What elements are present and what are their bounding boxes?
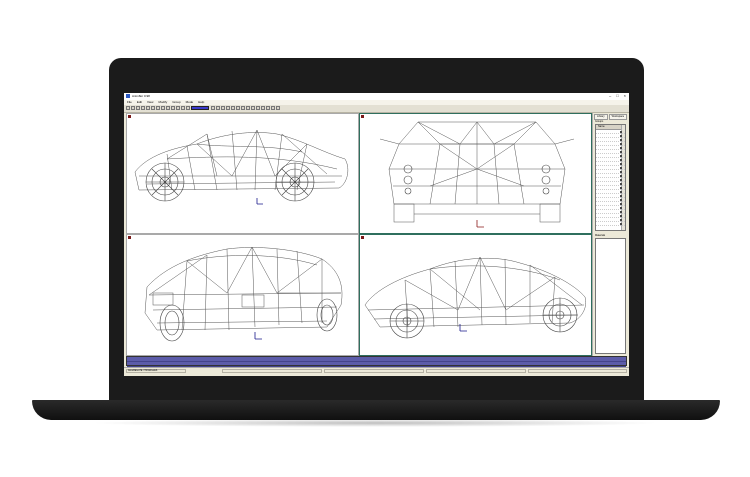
tab-workspace[interactable]: Workspace: [608, 114, 628, 120]
app-window: Anim8or 0.98 – □ × File Edit View Modify…: [124, 93, 629, 376]
car-wireframe-side-right: [364, 256, 586, 339]
paste-icon[interactable]: [156, 106, 160, 110]
viewport-top-left[interactable]: [126, 113, 359, 234]
title-bar: Anim8or 0.98 – □ ×: [124, 93, 629, 100]
viewport-bottom-right[interactable]: [359, 234, 592, 356]
viewport-top-right[interactable]: [359, 113, 592, 234]
status-bar: AGGREGATE / TRIANGLES: [124, 367, 629, 376]
viewport-bottom-left[interactable]: [126, 234, 359, 356]
groups-label: Groups: [595, 120, 604, 123]
redo-icon[interactable]: [166, 106, 170, 110]
undo-icon[interactable]: [161, 106, 165, 110]
print-icon[interactable]: [141, 106, 145, 110]
arc-icon[interactable]: [236, 106, 240, 110]
copy-icon[interactable]: [151, 106, 155, 110]
status-cell: [528, 369, 627, 373]
open-icon[interactable]: [131, 106, 135, 110]
polygon-icon[interactable]: [226, 106, 230, 110]
close-button[interactable]: ×: [624, 94, 626, 98]
command-console[interactable]: [126, 356, 627, 367]
measure-icon[interactable]: [241, 106, 245, 110]
scale-icon[interactable]: [186, 106, 190, 110]
toolbar: [124, 105, 629, 113]
status-cell: AGGREGATE / TRIANGLES: [126, 369, 186, 373]
circle-icon[interactable]: [231, 106, 235, 110]
point-icon[interactable]: [221, 106, 225, 110]
pan-icon[interactable]: [266, 106, 270, 110]
curve-icon[interactable]: [216, 106, 220, 110]
light-icon[interactable]: [256, 106, 260, 110]
maximize-button[interactable]: □: [616, 94, 618, 98]
right-panel: Library Workspace Groups Name Materials: [592, 113, 629, 356]
materials-list[interactable]: [595, 238, 626, 354]
camera-icon[interactable]: [251, 106, 255, 110]
cut-icon[interactable]: [146, 106, 150, 110]
status-cell: [222, 369, 322, 373]
list-item[interactable]: [596, 222, 625, 226]
laptop-base: [32, 400, 720, 420]
select-icon[interactable]: [171, 106, 175, 110]
car-wireframe-front: [379, 121, 575, 228]
groups-list[interactable]: Name: [595, 124, 626, 231]
car-wireframe-rear-three-quarter: [144, 246, 343, 342]
new-icon[interactable]: [126, 106, 130, 110]
mode-selector[interactable]: [191, 106, 209, 110]
zoom-icon[interactable]: [261, 106, 265, 110]
app-icon: [126, 94, 130, 98]
fit-icon[interactable]: [276, 106, 280, 110]
window-title: Anim8or 0.98: [132, 94, 150, 98]
orbit-icon[interactable]: [271, 106, 275, 110]
laptop-shadow: [90, 419, 660, 427]
viewport-area: [126, 113, 592, 356]
status-cell: [324, 369, 424, 373]
car-wireframe-side: [134, 129, 349, 205]
snap-icon[interactable]: [246, 106, 250, 110]
minimize-button[interactable]: –: [609, 94, 611, 98]
rotate-icon[interactable]: [181, 106, 185, 110]
line-icon[interactable]: [211, 106, 215, 110]
move-icon[interactable]: [176, 106, 180, 110]
window-controls: – □ ×: [609, 94, 626, 98]
save-icon[interactable]: [136, 106, 140, 110]
status-cell: [426, 369, 526, 373]
materials-label: Materials: [595, 234, 606, 237]
